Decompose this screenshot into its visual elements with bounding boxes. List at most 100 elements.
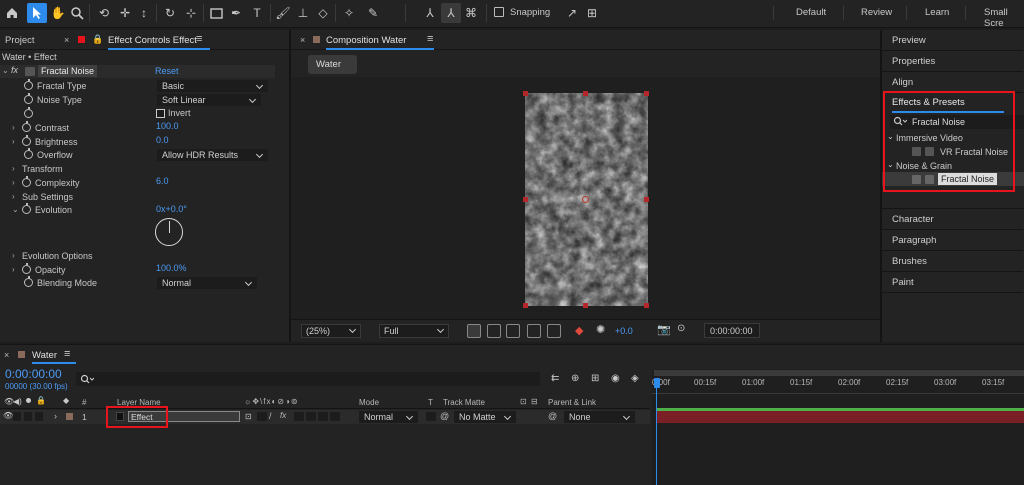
mask-visibility-icon[interactable] — [506, 324, 520, 338]
zoom-tool-icon[interactable] — [67, 3, 87, 23]
pan-camera-icon[interactable]: ✛ — [115, 3, 135, 23]
layer-parent-select[interactable]: None — [564, 411, 635, 423]
transform-handle[interactable] — [523, 197, 528, 202]
local-axis-icon[interactable]: ⅄ — [420, 3, 440, 23]
layer-track-matte-select[interactable]: No Matte — [454, 411, 516, 423]
layer-switch[interactable] — [318, 412, 328, 421]
opacity-value[interactable]: 100.0% — [156, 263, 187, 273]
layer-switch[interactable] — [257, 412, 267, 421]
stopwatch-icon[interactable] — [24, 148, 33, 159]
transform-handle[interactable] — [644, 91, 649, 96]
transform-handle[interactable] — [523, 91, 528, 96]
view-axis-icon[interactable]: ⌘ — [461, 3, 481, 23]
panel-character[interactable]: Character — [882, 209, 1023, 230]
evolution-value[interactable]: 0x+0.0° — [156, 204, 187, 214]
label-tag-icon[interactable]: ◆ — [63, 396, 69, 405]
workspace-small-screen[interactable]: Small Scre — [984, 7, 1024, 29]
brightness-value[interactable]: 0.0 — [156, 135, 169, 145]
evolution-options-group[interactable]: Evolution Options — [22, 251, 93, 261]
brush-tool-icon[interactable]: 🖌 — [273, 3, 293, 23]
stopwatch-icon[interactable] — [24, 276, 33, 287]
roto-brush-icon[interactable]: ✧ — [339, 3, 359, 23]
stopwatch-icon[interactable] — [22, 263, 31, 274]
snap-grid-icon[interactable]: ⊞ — [582, 3, 602, 23]
layer-duration-bar[interactable] — [657, 411, 1024, 423]
hand-tool-icon[interactable]: ✋ — [48, 3, 68, 23]
grid-guides-icon[interactable] — [547, 324, 561, 338]
close-icon[interactable]: × — [300, 35, 305, 45]
chevron-right-icon[interactable]: › — [12, 251, 22, 260]
transform-handle[interactable] — [644, 197, 649, 202]
chevron-down-icon[interactable]: ⌄ — [12, 205, 22, 214]
effect-name[interactable]: Fractal Noise — [38, 65, 98, 77]
dolly-camera-icon[interactable]: ↕ — [134, 3, 154, 23]
layer-fx-icon[interactable]: fx — [280, 411, 286, 420]
evolution-dial[interactable] — [155, 218, 183, 246]
timeline-search-input[interactable] — [76, 372, 540, 386]
matte-pickwhip-icon[interactable]: @ — [440, 411, 449, 421]
layer-solo-switch[interactable] — [24, 412, 32, 421]
show-snapshot-icon[interactable]: ⊙ — [677, 323, 685, 334]
panel-preview[interactable]: Preview — [882, 30, 1023, 51]
stopwatch-icon[interactable] — [24, 107, 33, 118]
transparency-grid-icon[interactable] — [487, 324, 501, 338]
anchor-tool-icon[interactable]: ⊹ — [181, 3, 201, 23]
anchor-point-icon[interactable] — [582, 196, 589, 203]
chevron-right-icon[interactable]: › — [12, 178, 22, 187]
blending-mode-select[interactable]: Normal — [157, 277, 257, 289]
close-icon[interactable]: × — [64, 35, 69, 45]
panel-paint[interactable]: Paint — [882, 272, 1023, 293]
rectangle-tool-icon[interactable] — [206, 3, 226, 23]
stopwatch-icon[interactable] — [22, 135, 31, 146]
motion-blur-icon[interactable]: ◈ — [631, 373, 639, 384]
snapshot-camera-icon[interactable]: 📷 — [657, 323, 671, 336]
tab-project[interactable]: Project — [5, 35, 35, 46]
color-channels-icon[interactable]: ◆ — [575, 324, 583, 337]
overflow-select[interactable]: Allow HDR Results — [157, 149, 268, 161]
tab-timeline-water[interactable]: Water — [32, 350, 57, 361]
layer-shy-icon[interactable]: ⊡ — [245, 412, 252, 421]
pen-tool-icon[interactable]: ✒ — [226, 3, 246, 23]
eraser-tool-icon[interactable]: ◇ — [313, 3, 333, 23]
chevron-right-icon[interactable]: › — [12, 265, 22, 274]
current-time-field[interactable]: 0:00:00:00 — [704, 323, 760, 338]
chevron-right-icon[interactable]: › — [12, 123, 22, 132]
frame-blending-icon[interactable]: ◉ — [611, 373, 620, 384]
layer-quality-icon[interactable]: / — [269, 411, 272, 421]
zoom-select[interactable]: (25%) — [301, 324, 361, 338]
rotation-tool-icon[interactable]: ↻ — [160, 3, 180, 23]
snap-edges-icon[interactable]: ↗ — [562, 3, 582, 23]
contrast-value[interactable]: 100.0 — [156, 121, 179, 131]
work-area-bar[interactable] — [654, 370, 1024, 376]
audio-icon[interactable]: ◀) — [13, 397, 22, 406]
layer-label-color[interactable] — [66, 413, 73, 420]
preserve-transparency-switch[interactable] — [426, 412, 436, 421]
invert-checkbox[interactable] — [156, 109, 165, 118]
comp-flowchart-button[interactable]: Water — [308, 55, 357, 74]
shy-layers-icon[interactable]: ⊞ — [591, 373, 599, 384]
snapping-checkbox[interactable] — [494, 7, 504, 17]
transform-handle[interactable] — [583, 91, 588, 96]
stopwatch-icon[interactable] — [22, 121, 31, 132]
chevron-right-icon[interactable]: › — [12, 164, 22, 173]
tab-composition[interactable]: Composition Water — [326, 35, 406, 46]
resolution-select[interactable]: Full — [379, 324, 449, 338]
workspace-default[interactable]: Default — [796, 7, 826, 18]
chevron-right-icon[interactable]: › — [12, 137, 22, 146]
type-tool-icon[interactable]: T — [247, 3, 267, 23]
close-icon[interactable]: × — [4, 350, 9, 360]
comp-mini-flowchart-icon[interactable]: ⇇ — [551, 373, 559, 384]
panel-brushes[interactable]: Brushes — [882, 251, 1023, 272]
stopwatch-icon[interactable] — [24, 93, 33, 104]
orbit-camera-icon[interactable]: ⟲ — [94, 3, 114, 23]
layer-mode-select[interactable]: Normal — [359, 411, 418, 423]
fractal-type-select[interactable]: Basic — [157, 80, 268, 92]
layer-switch[interactable] — [306, 412, 316, 421]
panel-menu-icon[interactable]: ≡ — [427, 33, 433, 45]
parent-pickwhip-icon[interactable]: @ — [548, 411, 557, 421]
stopwatch-icon[interactable] — [24, 79, 33, 90]
clone-stamp-icon[interactable]: ⊥ — [293, 3, 313, 23]
transform-handle[interactable] — [583, 303, 588, 308]
selection-tool-icon[interactable] — [27, 3, 47, 23]
color-management-icon[interactable]: ✺ — [596, 323, 605, 336]
